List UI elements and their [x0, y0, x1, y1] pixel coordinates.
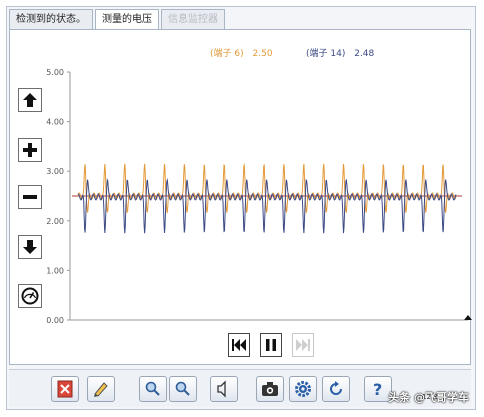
settings-gear-icon — [295, 381, 311, 397]
snapshot-button[interactable] — [256, 376, 284, 402]
voltage-chart: 5.00 4.00 3.00 2.00 1.00 0.00 — [46, 68, 472, 325]
magnify-out-button[interactable] — [169, 376, 197, 402]
pause-button[interactable] — [260, 333, 282, 357]
svg-text:?: ? — [373, 380, 382, 398]
edit-button[interactable] — [87, 376, 115, 402]
zoom-out-minus-icon — [23, 195, 37, 199]
skip-forward-icon — [296, 339, 310, 351]
voltage-panel: (端子 6) 2.50 (端子 14) 2.48 5.00 4.00 3.00 2.0… — [9, 29, 472, 365]
help-icon: ? — [373, 380, 382, 398]
y-tick-label: 5.00 — [46, 68, 64, 77]
watermark-text: 头条 @飞哥学车 — [388, 391, 469, 404]
settings-button[interactable] — [289, 376, 317, 402]
zoom-in-button[interactable] — [18, 138, 42, 162]
series-line-1 — [77, 163, 457, 214]
close-icon — [57, 380, 73, 398]
scroll-up-button[interactable] — [18, 88, 42, 112]
zoom-in-icon — [145, 381, 160, 396]
zoom-in-plus-icon — [23, 143, 37, 157]
y-tick-label: 1.00 — [46, 266, 64, 275]
zoom-out-button[interactable] — [18, 185, 42, 209]
tab-info-monitor[interactable]: 信息监控器 — [161, 9, 225, 29]
y-tick-label: 4.00 — [46, 118, 64, 127]
app-window: 检测到的状态。 测量的电压 信息监控器 (端子 6) 2.50 (端子 14) … — [6, 6, 476, 410]
gauge-button[interactable] — [18, 284, 42, 308]
y-tick-label: 3.00 — [46, 167, 64, 176]
speaker-icon — [217, 380, 226, 398]
y-tick-label: 2.00 — [46, 217, 64, 226]
edit-pencil-icon — [94, 382, 108, 397]
x-axis-arrow — [464, 315, 472, 320]
scroll-up-arrow-icon — [23, 93, 37, 107]
pause-icon — [266, 339, 276, 351]
scroll-down-button[interactable] — [18, 235, 42, 259]
sound-button[interactable] — [210, 376, 238, 402]
tab-bar: 检测到的状态。 测量的电压 信息监控器 — [9, 9, 227, 31]
refresh-button[interactable] — [322, 376, 350, 402]
refresh-icon — [330, 381, 342, 395]
close-button[interactable] — [51, 376, 79, 402]
gauge-icon — [21, 287, 39, 305]
zoom-out-icon — [175, 381, 190, 396]
magnify-in-button[interactable] — [139, 376, 167, 402]
tab-detected-status[interactable]: 检测到的状态。 — [9, 9, 93, 29]
tab-measured-voltage[interactable]: 测量的电压 — [95, 9, 159, 29]
skip-back-icon — [232, 339, 246, 351]
camera-icon — [262, 382, 278, 396]
scroll-down-arrow-icon — [23, 240, 37, 254]
skip-forward-button[interactable] — [292, 333, 314, 357]
skip-back-button[interactable] — [228, 333, 250, 357]
y-tick-label: 0.00 — [46, 316, 64, 325]
